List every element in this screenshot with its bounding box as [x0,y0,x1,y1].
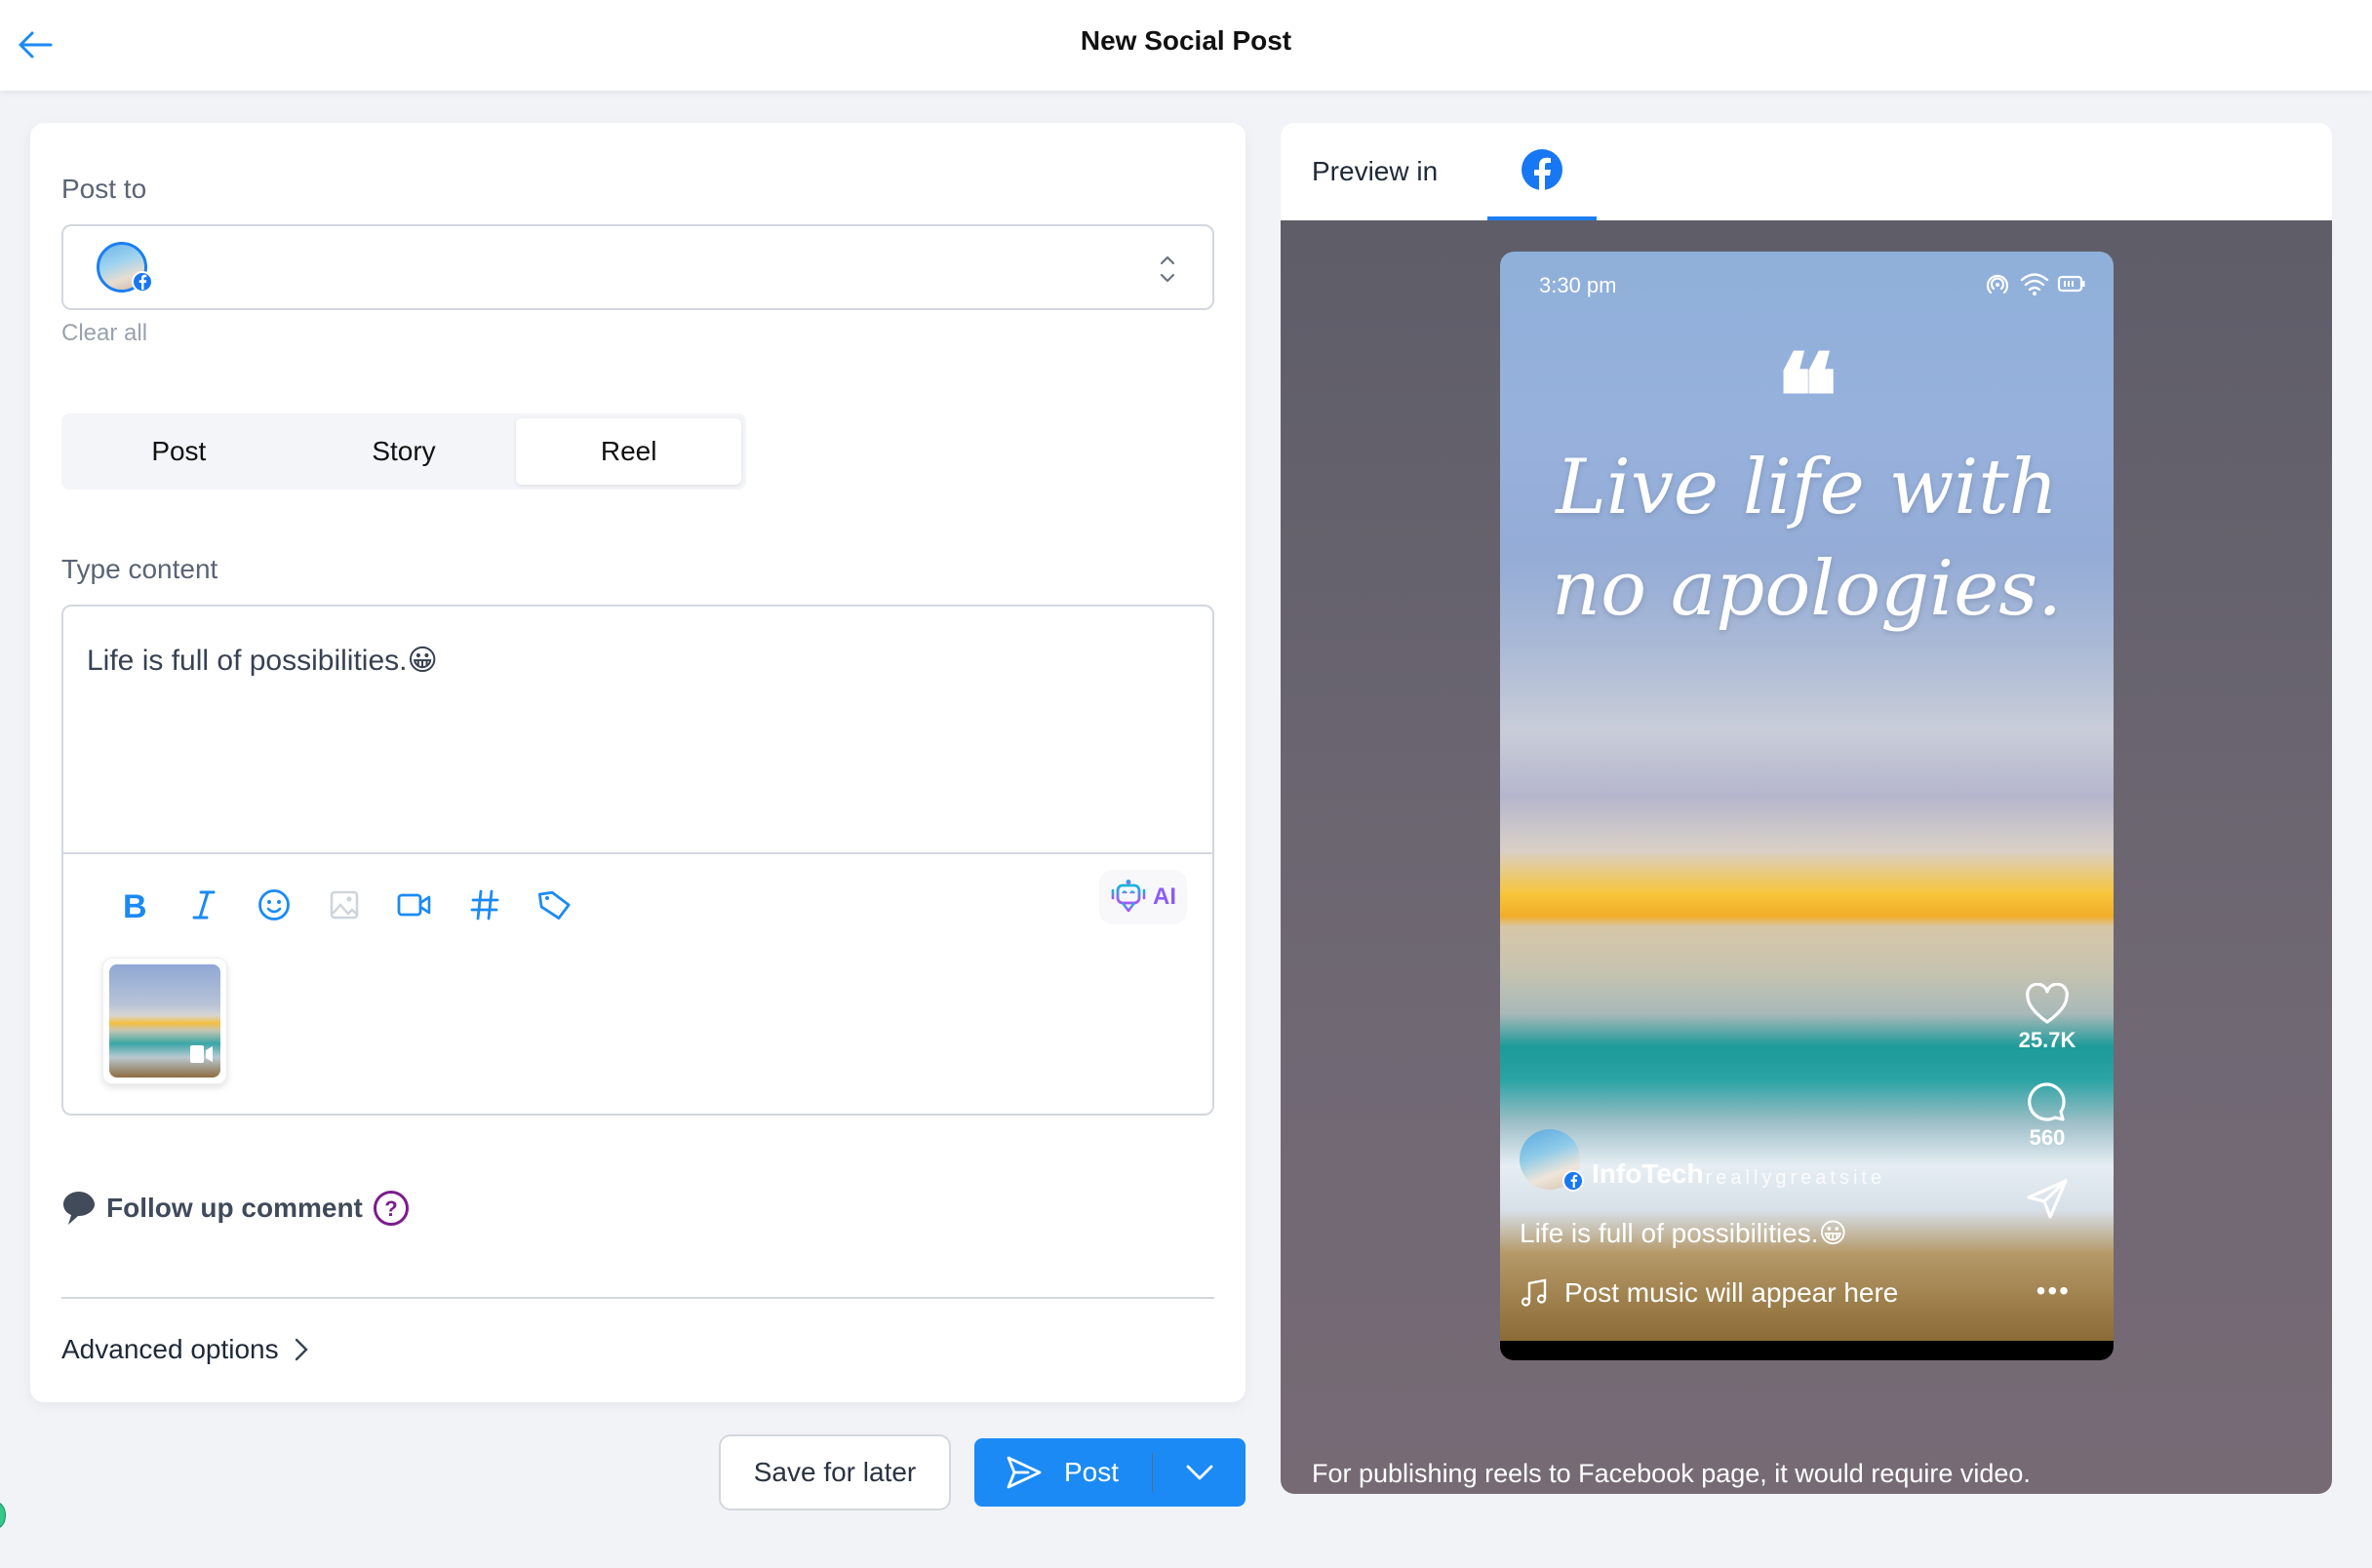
hashtag-icon [470,889,499,921]
italic-button[interactable] [169,878,239,932]
bold-icon: B [123,890,146,920]
hotspot-icon [1986,274,2009,294]
tab-facebook-preview[interactable] [1487,123,1597,220]
emoji-icon [258,889,290,921]
more-options-icon[interactable]: ••• [2036,1275,2071,1307]
follow-up-comment[interactable]: Follow up comment ? [61,1190,410,1227]
post-button-group: Post [974,1438,1245,1507]
status-time: 3:30 pm [1539,273,1617,297]
comment-count: 560 [2029,1125,2066,1150]
facebook-badge-icon [1562,1170,1584,1192]
send-icon [1007,1456,1042,1489]
chevron-down-icon [1186,1465,1212,1480]
quote-text: Live life with no apologies. [1500,437,2114,640]
emoji-button[interactable] [239,878,309,932]
top-bar: New Social Post [0,0,2372,91]
video-button[interactable] [379,878,450,932]
share-icon[interactable] [2025,1178,2070,1221]
image-button[interactable] [309,878,379,932]
ai-label: AI [1153,883,1176,910]
bold-button[interactable]: B [99,878,169,932]
post-button-label: Post [1064,1457,1120,1487]
editor-toolbar: B [99,878,590,932]
battery-icon [2057,275,2085,293]
preview-label: Preview in [1312,156,1439,186]
facebook-icon [132,271,153,293]
clear-all-link[interactable]: Clear all [61,320,147,347]
author-name: InfoTech [1592,1158,1704,1189]
ai-assist-button[interactable]: AI [1099,870,1187,924]
music-label: Post music will appear here [1564,1277,1899,1308]
chevron-up-down-icon [1160,255,1175,283]
status-indicator[interactable] [0,1502,6,1529]
preview-notice: For publishing reels to Facebook page, i… [1312,1459,2031,1488]
help-icon[interactable]: ? [373,1190,410,1227]
speech-bubble-icon [63,1192,95,1225]
content-editor: Life is full of possibilities.😀 B AI [61,605,1214,1116]
save-for-later-button[interactable]: Save for later [719,1434,951,1510]
author-avatar [1520,1129,1584,1192]
wifi-icon [2020,273,2049,295]
image-icon [330,890,359,920]
status-icons [1983,271,2086,296]
post-type-selector: Post Story Reel [61,413,746,490]
robot-icon [1111,880,1146,913]
heart-icon[interactable] [2024,983,2071,1026]
hashtag-button[interactable] [450,878,520,932]
tag-button[interactable] [520,878,590,932]
quote-line-2: no apologies. [1551,545,2063,633]
phone-preview: 3:30 pm ❝ Live life with no apologies. 2… [1500,252,2114,1360]
content-label: Type content [61,554,218,584]
reel-author: InfoTech reallygreatsite [1520,1129,1886,1192]
editor-divider [63,852,1212,854]
page-title: New Social Post [1080,25,1292,56]
author-site: reallygreatsite [1705,1167,1886,1189]
svg-text:B: B [123,890,146,920]
follow-up-label: Follow up comment [106,1193,363,1223]
advanced-options-toggle[interactable]: Advanced options [61,1334,308,1365]
preview-card: Preview in 3:30 pm ❝ Live life with no a… [1281,123,2332,1494]
post-to-label: Post to [61,174,147,204]
video-badge-icon [190,1045,213,1063]
reel-actions: 25.7K 560 [2008,983,2086,1221]
tab-story[interactable]: Story [292,418,517,485]
preview-canvas: 3:30 pm ❝ Live life with no apologies. 2… [1281,220,2332,1494]
reel-music: Post music will appear here [1520,1277,1898,1309]
italic-icon [192,890,216,920]
reel-caption: Life is full of possibilities.😀 [1520,1218,1847,1248]
tag-icon [538,890,571,920]
post-button[interactable]: Post [974,1438,1152,1507]
music-note-icon [1521,1278,1547,1307]
tab-post[interactable]: Post [66,418,292,485]
chevron-right-icon [295,1338,308,1361]
section-divider [61,1297,1214,1299]
like-count: 25.7K [2018,1028,2076,1052]
post-options-dropdown[interactable] [1153,1438,1245,1507]
content-input[interactable]: Life is full of possibilities.😀 [87,644,438,678]
reel-preview-image [109,964,220,1078]
facebook-icon [1522,149,1562,191]
media-thumbnail[interactable] [102,958,227,1084]
tab-reel[interactable]: Reel [516,418,742,485]
account-select[interactable] [61,224,1214,310]
video-icon [397,893,431,917]
quote-line-1: Live life with [1556,444,2058,531]
compose-card: Post to Clear all Post Story Reel Type c… [30,123,1245,1402]
comment-icon[interactable] [2026,1080,2069,1123]
advanced-options-label: Advanced options [61,1334,279,1364]
svg-text:?: ? [384,1196,397,1221]
